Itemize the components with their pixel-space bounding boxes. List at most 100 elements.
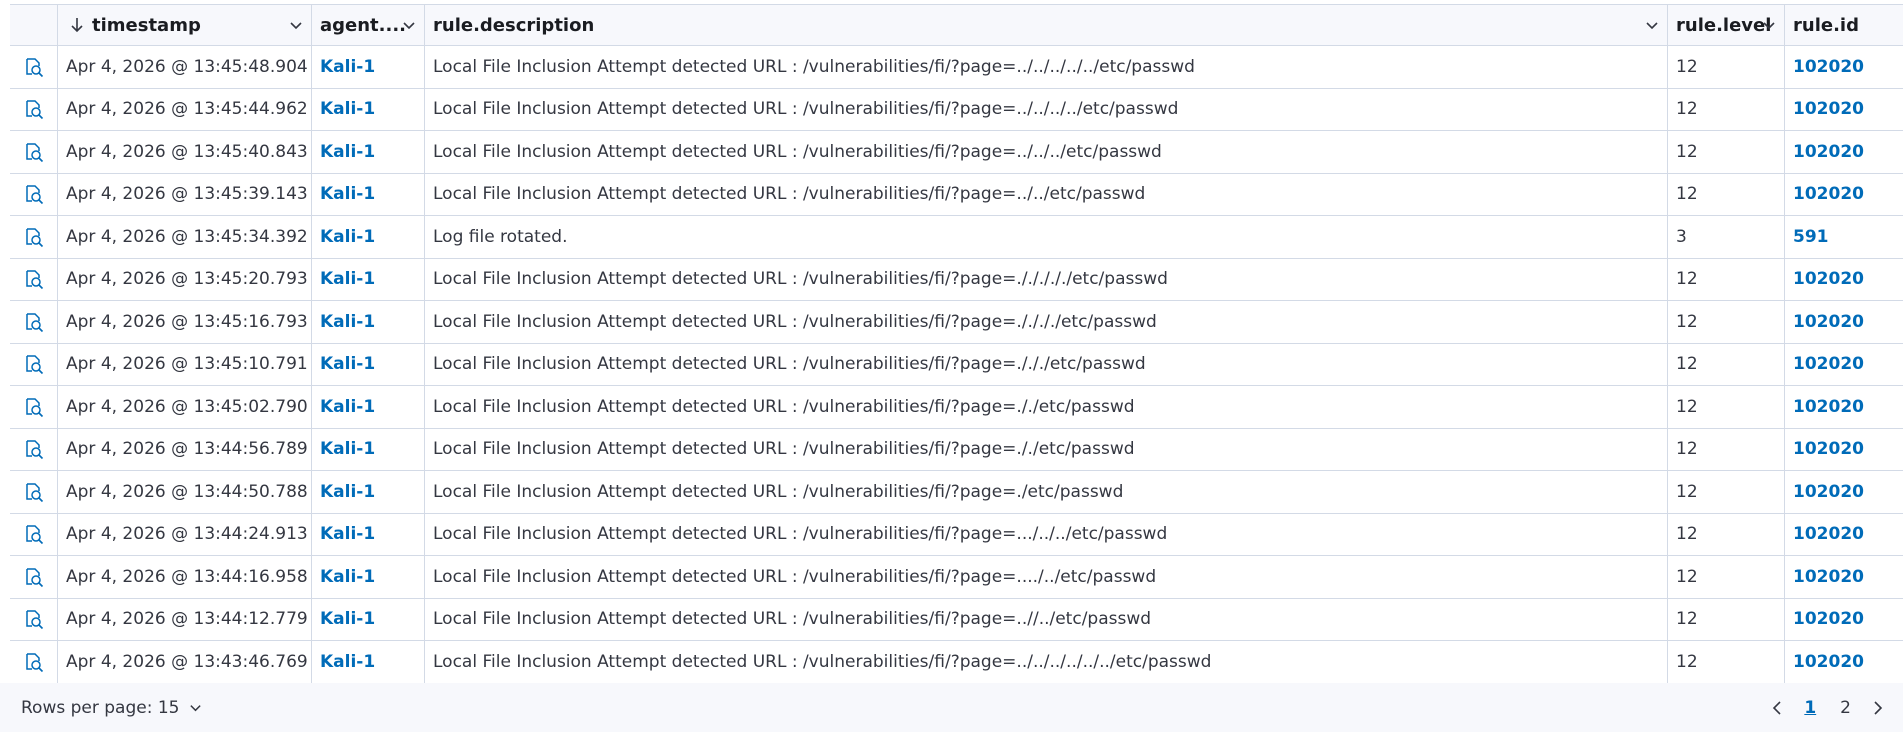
agent-link[interactable]: Kali-1	[312, 598, 425, 640]
inspect-document-icon[interactable]	[23, 566, 45, 588]
agent-link[interactable]: Kali-1	[312, 343, 425, 385]
rows-per-page-button[interactable]: Rows per page: 15	[21, 698, 202, 718]
inspect-document-icon[interactable]	[23, 608, 45, 630]
rule-id-link[interactable]: 102020	[1785, 386, 1903, 428]
arrow-down-icon[interactable]	[70, 17, 84, 33]
level-cell: 12	[1668, 88, 1785, 130]
pagination: 1 2	[1770, 698, 1885, 718]
page-button-1[interactable]: 1	[1804, 698, 1816, 718]
column-header-timestamp[interactable]: timestamp	[58, 5, 312, 45]
row-control-cell[interactable]	[10, 131, 58, 173]
inspect-document-icon[interactable]	[23, 268, 45, 290]
agent-link[interactable]: Kali-1	[312, 471, 425, 513]
description-cell: Local File Inclusion Attempt detected UR…	[425, 598, 1668, 640]
level-cell: 12	[1668, 513, 1785, 555]
row-control-cell[interactable]	[10, 343, 58, 385]
row-control-cell[interactable]	[10, 598, 58, 640]
rule-id-link[interactable]: 102020	[1785, 89, 1903, 131]
agent-link[interactable]: Kali-1	[312, 386, 425, 428]
agent-link[interactable]: Kali-1	[312, 641, 425, 683]
inspect-document-icon[interactable]	[23, 141, 45, 163]
inspect-document-icon[interactable]	[23, 438, 45, 460]
rule-id-link[interactable]: 102020	[1785, 131, 1903, 173]
row-control-cell[interactable]	[10, 46, 58, 88]
table-row: Apr 4, 2026 @ 13:45:02.790 Kali-1 Local Fi…	[10, 386, 1903, 429]
chevron-left-icon[interactable]	[1770, 700, 1784, 716]
chevron-down-icon[interactable]	[1645, 18, 1659, 32]
description-cell: Local File Inclusion Attempt detected UR…	[425, 471, 1668, 513]
rule-id-link[interactable]: 102020	[1785, 514, 1903, 556]
inspect-document-icon[interactable]	[23, 56, 45, 78]
inspect-document-icon[interactable]	[23, 651, 45, 673]
agent-link[interactable]: Kali-1	[312, 88, 425, 130]
inspect-document-icon[interactable]	[23, 353, 45, 375]
row-control-cell[interactable]	[10, 216, 58, 258]
table-row: Apr 4, 2026 @ 13:43:46.769 Kali-1 Local Fi…	[10, 641, 1903, 683]
rule-id-link[interactable]: 102020	[1785, 46, 1903, 88]
rule-id-link[interactable]: 102020	[1785, 429, 1903, 471]
description-cell: Local File Inclusion Attempt detected UR…	[425, 428, 1668, 470]
timestamp-cell: Apr 4, 2026 @ 13:45:40.843	[58, 131, 312, 173]
table-row: Apr 4, 2026 @ 13:44:50.788 Kali-1 Local Fi…	[10, 471, 1903, 514]
agent-link[interactable]: Kali-1	[312, 216, 425, 258]
row-control-cell[interactable]	[10, 471, 58, 513]
chevron-down-icon[interactable]	[402, 18, 416, 32]
agent-link[interactable]: Kali-1	[312, 556, 425, 598]
timestamp-cell: Apr 4, 2026 @ 13:44:50.788	[58, 471, 312, 513]
agent-link[interactable]: Kali-1	[312, 258, 425, 300]
description-cell: Log file rotated.	[425, 216, 1668, 258]
rule-id-link[interactable]: 102020	[1785, 344, 1903, 386]
inspect-document-icon[interactable]	[23, 226, 45, 248]
inspect-document-icon[interactable]	[23, 523, 45, 545]
table-row: Apr 4, 2026 @ 13:45:10.791 Kali-1 Local Fi…	[10, 343, 1903, 386]
rule-id-link[interactable]: 102020	[1785, 641, 1903, 683]
column-header-agent[interactable]: agent....	[312, 5, 425, 45]
inspect-document-icon[interactable]	[23, 311, 45, 333]
row-control-cell[interactable]	[10, 641, 58, 683]
row-control-cell[interactable]	[10, 301, 58, 343]
rule-id-link[interactable]: 102020	[1785, 174, 1903, 216]
agent-link[interactable]: Kali-1	[312, 131, 425, 173]
agent-link[interactable]: Kali-1	[312, 301, 425, 343]
rule-id-link[interactable]: 102020	[1785, 259, 1903, 301]
rule-id-link[interactable]: 102020	[1785, 599, 1903, 641]
column-header-id[interactable]: rule.id	[1785, 5, 1903, 45]
row-control-cell[interactable]	[10, 173, 58, 215]
timestamp-cell: Apr 4, 2026 @ 13:44:12.779	[58, 598, 312, 640]
header-control-column	[10, 5, 58, 45]
row-control-cell[interactable]	[10, 428, 58, 470]
inspect-document-icon[interactable]	[23, 481, 45, 503]
chevron-down-icon[interactable]	[1762, 18, 1776, 32]
chevron-down-icon[interactable]	[289, 18, 303, 32]
row-control-cell[interactable]	[10, 513, 58, 555]
agent-link[interactable]: Kali-1	[312, 428, 425, 470]
agent-link[interactable]: Kali-1	[312, 173, 425, 215]
column-header-description[interactable]: rule.description	[425, 5, 1668, 45]
table-row: Apr 4, 2026 @ 13:45:34.392 Kali-1 Log file…	[10, 216, 1903, 259]
description-cell: Local File Inclusion Attempt detected UR…	[425, 556, 1668, 598]
inspect-document-icon[interactable]	[23, 396, 45, 418]
page-button-2[interactable]: 2	[1840, 698, 1851, 718]
row-control-cell[interactable]	[10, 258, 58, 300]
inspect-document-icon[interactable]	[23, 98, 45, 120]
description-cell: Local File Inclusion Attempt detected UR…	[425, 258, 1668, 300]
agent-link[interactable]: Kali-1	[312, 513, 425, 555]
rule-id-link[interactable]: 102020	[1785, 556, 1903, 598]
inspect-document-icon[interactable]	[23, 183, 45, 205]
level-cell: 3	[1668, 216, 1785, 258]
chevron-right-icon[interactable]	[1871, 700, 1885, 716]
timestamp-cell: Apr 4, 2026 @ 13:44:16.958	[58, 556, 312, 598]
row-control-cell[interactable]	[10, 556, 58, 598]
row-control-cell[interactable]	[10, 386, 58, 428]
table-row: Apr 4, 2026 @ 13:45:39.143 Kali-1 Local Fi…	[10, 173, 1903, 216]
timestamp-cell: Apr 4, 2026 @ 13:45:20.793	[58, 258, 312, 300]
rule-id-link[interactable]: 102020	[1785, 301, 1903, 343]
level-cell: 12	[1668, 386, 1785, 428]
column-header-level[interactable]: rule.level	[1668, 5, 1785, 45]
level-cell: 12	[1668, 258, 1785, 300]
rule-id-link[interactable]: 591	[1785, 216, 1903, 258]
rule-id-link[interactable]: 102020	[1785, 471, 1903, 513]
row-control-cell[interactable]	[10, 88, 58, 130]
agent-link[interactable]: Kali-1	[312, 46, 425, 88]
column-header-label: timestamp	[92, 14, 201, 36]
